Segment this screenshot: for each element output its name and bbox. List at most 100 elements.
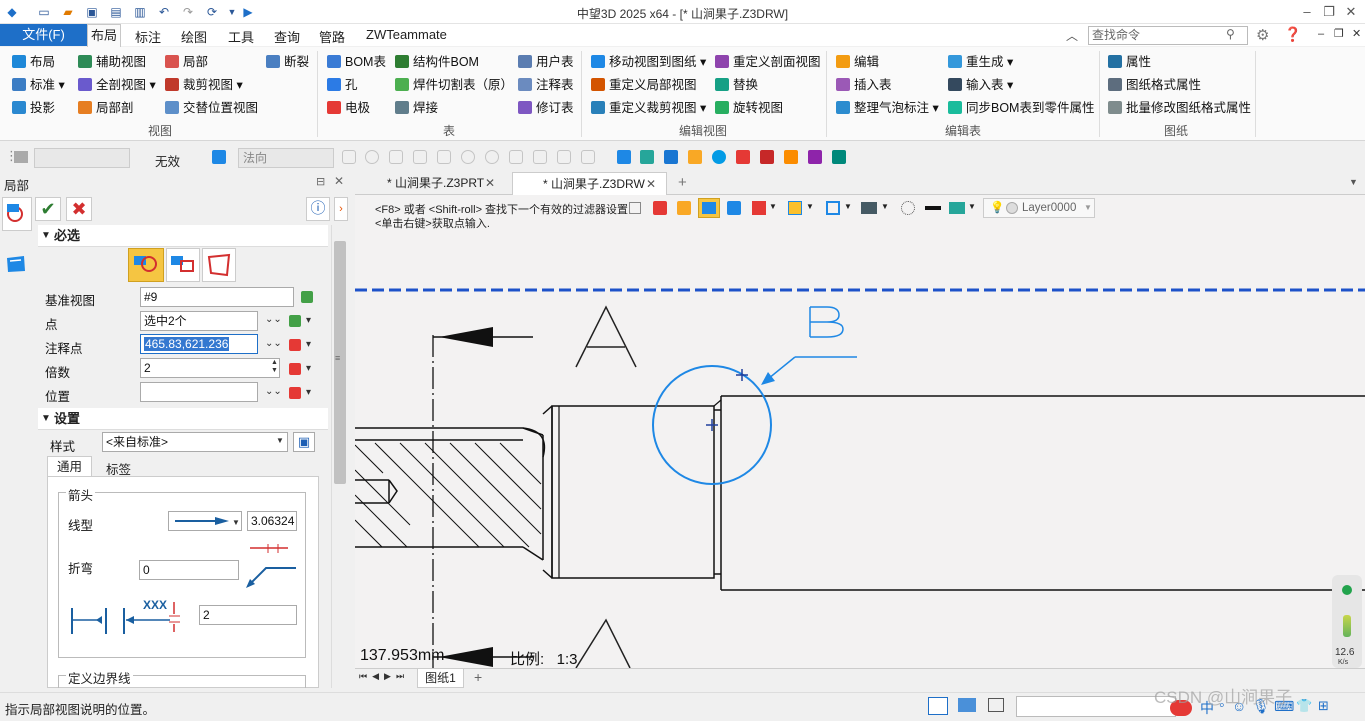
break-view-button[interactable]: 断裂	[266, 53, 309, 71]
doc-minimize-button[interactable]: –	[1318, 28, 1324, 40]
gap-field[interactable]: 2	[199, 605, 297, 625]
user-table-button[interactable]: 用户表	[518, 53, 574, 71]
gear-icon[interactable]: ⚙	[1256, 26, 1269, 44]
curve-icon[interactable]	[509, 150, 523, 164]
partial-section-button[interactable]: 局部剖	[78, 99, 134, 117]
insert-table-button[interactable]: 插入表	[836, 76, 892, 94]
tab-query[interactable]: 查询	[274, 27, 300, 46]
note-table-button[interactable]: 注释表	[518, 76, 574, 94]
arrow-size-field[interactable]: 3.06324	[247, 511, 297, 531]
electrode-table-button[interactable]: 电极	[327, 99, 370, 117]
scale-field[interactable]: 2	[140, 358, 280, 378]
line3-icon[interactable]	[581, 150, 595, 164]
sheet-tab-1[interactable]: 图纸1	[417, 669, 464, 688]
add-sheet-icon[interactable]: +	[474, 669, 482, 685]
direction-combo[interactable]: 法向	[238, 148, 334, 168]
monitor-icon[interactable]	[958, 698, 976, 712]
sync-bom-button[interactable]: 同步BOM表到零件属性	[948, 99, 1094, 117]
minimize-button[interactable]: –	[1298, 3, 1316, 21]
redefine-detail-button[interactable]: 重定义局部视图	[591, 76, 697, 94]
position-field[interactable]	[140, 382, 258, 402]
sheet-format-button[interactable]: 图纸格式属性	[1108, 76, 1201, 94]
loop-icon[interactable]	[712, 150, 726, 164]
restore-button[interactable]: ❐	[1320, 3, 1338, 21]
bend-field[interactable]: 0	[139, 560, 239, 580]
required-section[interactable]: ▼ 必选	[38, 225, 328, 247]
detail-mode-rect-button[interactable]	[166, 248, 200, 282]
line-icon[interactable]	[413, 150, 427, 164]
tab-pipe[interactable]: 管路	[319, 27, 345, 46]
cancel-button[interactable]: ✖	[66, 197, 92, 221]
save-style-button[interactable]: ▣	[293, 432, 315, 452]
annotation-point-field[interactable]: 465.83,621.236	[140, 334, 258, 354]
balloon-cleanup-button[interactable]: 整理气泡标注 ▾	[836, 99, 939, 117]
vertex-icon[interactable]	[760, 150, 774, 164]
edge-icon[interactable]	[688, 150, 702, 164]
move-view-button[interactable]: 移动视图到图纸 ▾	[591, 53, 706, 71]
rotate-view-button[interactable]: 旋转视图	[715, 99, 783, 117]
help-icon[interactable]: ❓	[1284, 26, 1301, 43]
filter-combo[interactable]	[34, 148, 130, 168]
tab-tools[interactable]: 工具	[228, 27, 254, 46]
ime-shirt-icon[interactable]: 👕	[1296, 698, 1312, 714]
play-icon[interactable]	[365, 150, 379, 164]
revision-table-button[interactable]: 修订表	[518, 99, 574, 117]
detail-view-button[interactable]: 局部	[165, 53, 208, 71]
measure-icon[interactable]	[832, 150, 846, 164]
face-icon[interactable]	[640, 150, 654, 164]
point-field[interactable]: 选中2个	[140, 311, 258, 331]
expand-list-icon[interactable]: ⌄⌄	[265, 338, 282, 349]
expand-list-icon[interactable]: ⌄⌄	[265, 386, 282, 397]
batch-format-button[interactable]: 批量修改图纸格式属性	[1108, 99, 1251, 117]
expand-button[interactable]: ›	[334, 197, 348, 221]
projection-button[interactable]: 投影	[12, 99, 55, 117]
points-icon[interactable]	[389, 150, 403, 164]
chevron-down-icon[interactable]: ▾	[306, 315, 311, 326]
chevron-down-icon[interactable]: ▾	[306, 387, 311, 398]
redefine-crop-button[interactable]: 重定义裁剪视图 ▾	[591, 99, 706, 117]
snap-icon[interactable]	[342, 150, 356, 164]
pick-filter-icon[interactable]	[212, 150, 226, 164]
brush-icon[interactable]	[808, 150, 822, 164]
tab-drawing-file[interactable]: * 山涧果子.Z3DRW ✕	[512, 172, 667, 195]
pin-icon[interactable]: ⊟	[316, 175, 325, 188]
chevron-down-icon[interactable]: ▼	[276, 436, 284, 445]
grid-icon[interactable]	[736, 150, 750, 164]
cut-list-button[interactable]: 焊件切割表（原）	[395, 76, 513, 94]
body-icon[interactable]	[664, 150, 678, 164]
detail-mode-circle-button[interactable]	[128, 248, 164, 282]
panel-scrollbar[interactable]: ≡	[331, 225, 348, 688]
properties-button[interactable]: 属性	[1108, 53, 1151, 71]
tab-general[interactable]: 通用	[47, 456, 92, 477]
ime-grid-icon[interactable]: ⊞	[1318, 698, 1329, 714]
detail-tool-tab[interactable]	[2, 197, 32, 231]
doc-restore-button[interactable]: ❐	[1334, 27, 1344, 40]
pen-icon[interactable]	[784, 150, 798, 164]
arc-icon[interactable]	[557, 150, 571, 164]
close-icon[interactable]: ✕	[485, 172, 495, 195]
doc-close-button[interactable]: ✕	[1352, 27, 1361, 40]
regenerate-button[interactable]: 重生成 ▾	[948, 53, 1013, 71]
pick-down-icon[interactable]	[289, 315, 301, 327]
weldment-bom-button[interactable]: 结构件BOM	[395, 53, 479, 71]
chevron-down-icon[interactable]: ▾	[306, 363, 311, 374]
tab-annotate[interactable]: 标注	[135, 27, 161, 46]
cube-icon[interactable]	[617, 150, 631, 164]
alt-position-button[interactable]: 交替位置视图	[165, 99, 258, 117]
wave-icon[interactable]	[533, 150, 547, 164]
layout-button[interactable]: 布局	[12, 53, 55, 71]
expand-list-icon[interactable]: ⌄⌄	[265, 314, 282, 325]
info-button[interactable]: ⓘ	[306, 197, 330, 221]
new-tab-icon[interactable]: +	[678, 174, 687, 191]
tab-draw[interactable]: 绘图	[181, 27, 207, 46]
spinner-icon[interactable]: ▲ ▼	[271, 359, 278, 375]
replace-button[interactable]: 替换	[715, 76, 758, 94]
hole-table-button[interactable]: 孔	[327, 76, 358, 94]
settings-section[interactable]: ▼ 设置	[38, 408, 328, 430]
crop-view-button[interactable]: 裁剪视图 ▾	[165, 76, 243, 94]
pick-down-icon[interactable]	[301, 291, 313, 303]
command-search-input[interactable]: 查找命令	[1088, 26, 1248, 45]
close-icon[interactable]: ✕	[646, 173, 656, 196]
search-icon[interactable]: ⚲	[1226, 27, 1235, 41]
tab-list-icon[interactable]: ▼	[1349, 177, 1358, 187]
